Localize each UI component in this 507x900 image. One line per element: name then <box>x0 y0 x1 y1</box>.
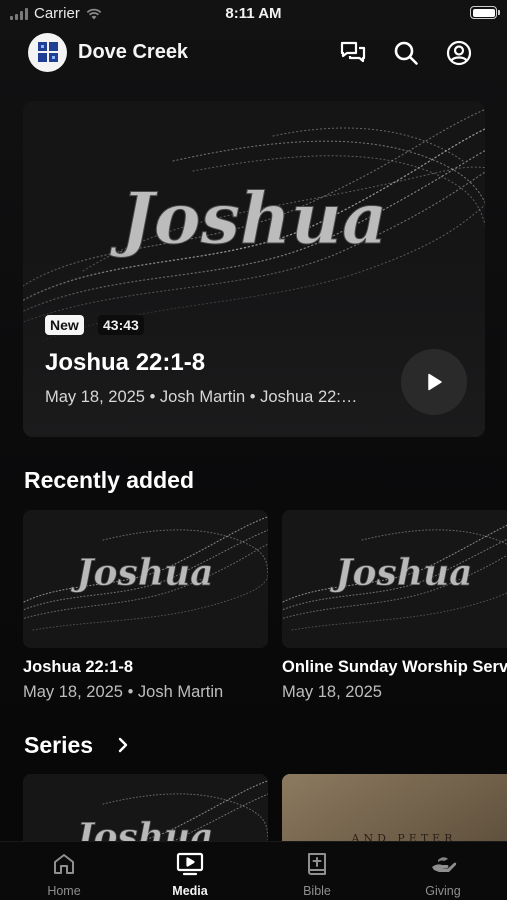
app-header: Dove Creek <box>0 32 507 72</box>
home-icon <box>50 850 78 878</box>
media-card-title: Online Sunday Worship Service <box>282 658 507 676</box>
media-card-artwork-title: Joshua <box>71 552 214 594</box>
tab-home-label: Home <box>47 884 81 898</box>
hero-meta: May 18, 2025 • Josh Martin • Joshua 22:… <box>45 388 358 406</box>
bible-icon <box>303 850 331 878</box>
play-button[interactable] <box>401 349 467 415</box>
tab-media-label: Media <box>172 884 208 898</box>
tab-bible-label: Bible <box>303 884 331 898</box>
play-icon <box>428 373 442 391</box>
media-card[interactable]: Joshua Online Sunday Worship Service May… <box>282 510 507 702</box>
media-card-meta: May 18, 2025 <box>282 683 382 701</box>
church-logo-mark <box>35 39 61 67</box>
new-badge: New <box>45 315 84 335</box>
status-time: 8:11 AM <box>225 5 282 22</box>
hero-title: Joshua 22:1-8 <box>45 349 206 376</box>
chevron-right-icon[interactable] <box>116 735 130 755</box>
search-icon[interactable] <box>391 38 421 68</box>
tab-bible[interactable]: Bible <box>254 842 380 900</box>
media-card-thumbnail: Joshua <box>282 510 507 648</box>
tab-giving[interactable]: Giving <box>380 842 506 900</box>
battery-icon <box>470 6 500 19</box>
hero-artwork-title: Joshua <box>110 177 387 260</box>
media-icon <box>176 850 204 878</box>
media-card[interactable]: Joshua Joshua 22:1-8 May 18, 2025 • Josh… <box>23 510 268 702</box>
tab-media[interactable]: Media <box>127 842 253 900</box>
media-card-meta: May 18, 2025 • Josh Martin <box>23 683 224 701</box>
duration-badge: 43:43 <box>98 315 144 335</box>
tab-giving-label: Giving <box>425 884 461 898</box>
media-card-artwork-title: Joshua <box>330 552 473 594</box>
tab-bar: Home Media Bible Giving <box>0 841 507 900</box>
chat-icon[interactable] <box>338 38 368 68</box>
media-screen: Carrier 8:11 AM Dove Creek Joshua New 43… <box>0 0 507 900</box>
recently-added-heading: Recently added <box>24 467 194 493</box>
featured-media-card[interactable]: Joshua New 43:43 Joshua 22:1-8 May 18, 2… <box>23 101 485 437</box>
status-bar: Carrier 8:11 AM <box>0 0 507 28</box>
tab-home[interactable]: Home <box>1 842 127 900</box>
account-icon[interactable] <box>444 38 474 68</box>
series-heading[interactable]: Series <box>24 732 93 759</box>
church-logo[interactable] <box>28 33 67 72</box>
media-card-title: Joshua 22:1-8 <box>23 658 134 676</box>
giving-icon <box>429 850 457 878</box>
church-name: Dove Creek <box>78 41 189 63</box>
media-card-thumbnail: Joshua <box>23 510 268 648</box>
